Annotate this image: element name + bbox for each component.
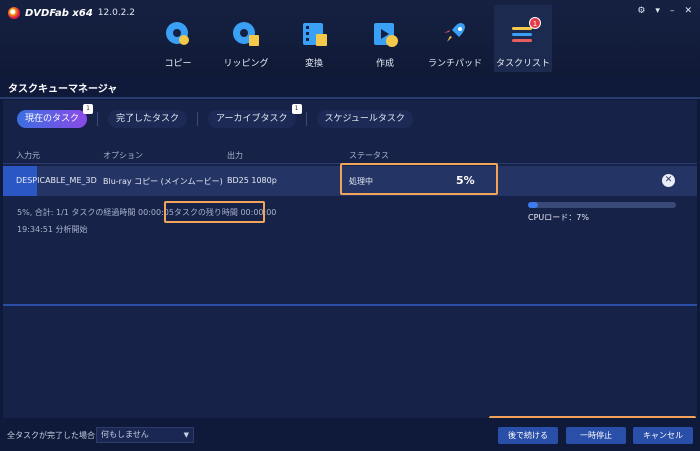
task-panel: 現在のタスク 1 完了したタスク アーカイブタスク 1 スケジュールタスク 入力…: [3, 100, 697, 418]
tab-label: 完了したタスク: [116, 114, 180, 124]
bottom-bar: 全タスクが完了した場合: 何もしません ▼ 後で続ける 一時停止 キャンセル: [0, 418, 700, 451]
nav-ripping[interactable]: リッピング: [216, 16, 276, 72]
rocket-icon: [441, 20, 469, 48]
header-status: ステータス: [349, 151, 389, 160]
elapsed-info: 5%, 合計: 1/1 タスクの経過時間 00:00:05: [17, 208, 174, 217]
tasklist-badge: 1: [529, 17, 541, 29]
window-controls: ⚙ ▾ – ✕: [637, 6, 692, 16]
close-window-icon[interactable]: ✕: [684, 6, 692, 16]
tab-badge: 1: [291, 104, 302, 114]
remove-task-button[interactable]: ✕: [662, 174, 675, 187]
row-source: DESPICABLE_ME_3D: [16, 176, 97, 185]
menu-chevron-icon[interactable]: ▾: [655, 6, 660, 16]
nav-tasklist[interactable]: 1 タスクリスト: [494, 5, 552, 72]
header-option: オプション: [103, 151, 143, 160]
pause-button[interactable]: 一時停止: [566, 427, 626, 444]
highlight-status-box: [340, 163, 498, 195]
nav-create[interactable]: 作成: [355, 16, 415, 72]
nav-copy[interactable]: コピー: [148, 16, 208, 72]
minimize-icon[interactable]: –: [670, 6, 675, 16]
film-create-icon: [371, 20, 399, 48]
nav-label: リッピング: [223, 59, 269, 69]
divider: [0, 97, 700, 99]
row-output: BD25 1080p: [227, 176, 277, 185]
settings-icon[interactable]: ⚙: [637, 6, 645, 16]
nav-convert[interactable]: 変換: [284, 16, 344, 72]
disc-rip-icon: [232, 20, 260, 48]
tab-label: 現在のタスク: [25, 114, 80, 124]
cpu-load-fill: [528, 202, 539, 208]
tab-current-tasks[interactable]: 現在のタスク 1: [17, 104, 94, 128]
tab-label: スケジュールタスク: [324, 114, 405, 124]
page-title: タスクキューマネージャ: [8, 84, 118, 95]
after-complete-select[interactable]: 何もしません ▼: [96, 427, 194, 443]
tab-scheduled-tasks[interactable]: スケジュールタスク: [316, 110, 413, 128]
task-list-icon: 1: [509, 17, 541, 48]
nav-label: 変換: [304, 59, 323, 69]
after-complete-label: 全タスクが完了した場合:: [7, 431, 98, 440]
nav-label: タスクリスト: [495, 59, 550, 69]
tab-label: アーカイブタスク: [216, 114, 288, 124]
log-line: 19:34:51 分析開始: [17, 225, 88, 234]
tab-completed-tasks[interactable]: 完了したタスク: [108, 110, 188, 128]
app-header: DVDFab x64 12.0.2.2 ⚙ ▾ – ✕ コピー リッピング 変換: [0, 0, 700, 76]
tab-separator: [97, 112, 99, 126]
film-convert-icon: [300, 20, 328, 48]
table-header: 入力元 オプション 出力 ステータス: [3, 146, 697, 164]
section-divider: [3, 304, 697, 306]
continue-later-button[interactable]: 後で続ける: [498, 427, 558, 444]
main-nav: コピー リッピング 変換 作成 ランチパッド 1 タスクリスト: [0, 5, 700, 72]
row-option: Blu-ray コピー (メインムービー): [103, 177, 223, 186]
tab-archive-tasks[interactable]: アーカイブタスク 1: [208, 104, 302, 128]
header-output: 出力: [227, 151, 243, 160]
tab-separator: [305, 112, 307, 126]
select-value: 何もしません: [101, 430, 149, 439]
cpu-load-label: CPUロード：7%: [528, 213, 589, 222]
nav-label: 作成: [375, 59, 394, 69]
nav-launchpad[interactable]: ランチパッド: [425, 16, 485, 72]
task-tabs: 現在のタスク 1 完了したタスク アーカイブタスク 1 スケジュールタスク: [17, 104, 413, 128]
cpu-load-bar: [528, 202, 676, 208]
tab-separator: [197, 112, 199, 126]
tab-badge: 1: [83, 104, 94, 114]
nav-label: コピー: [164, 59, 192, 69]
cancel-button[interactable]: キャンセル: [633, 427, 693, 444]
header-source: 入力元: [16, 151, 40, 160]
highlight-remaining-box: [164, 201, 265, 223]
nav-label: ランチパッド: [427, 59, 482, 69]
caret-down-icon: ▼: [183, 431, 189, 439]
disc-copy-icon: [164, 20, 192, 48]
